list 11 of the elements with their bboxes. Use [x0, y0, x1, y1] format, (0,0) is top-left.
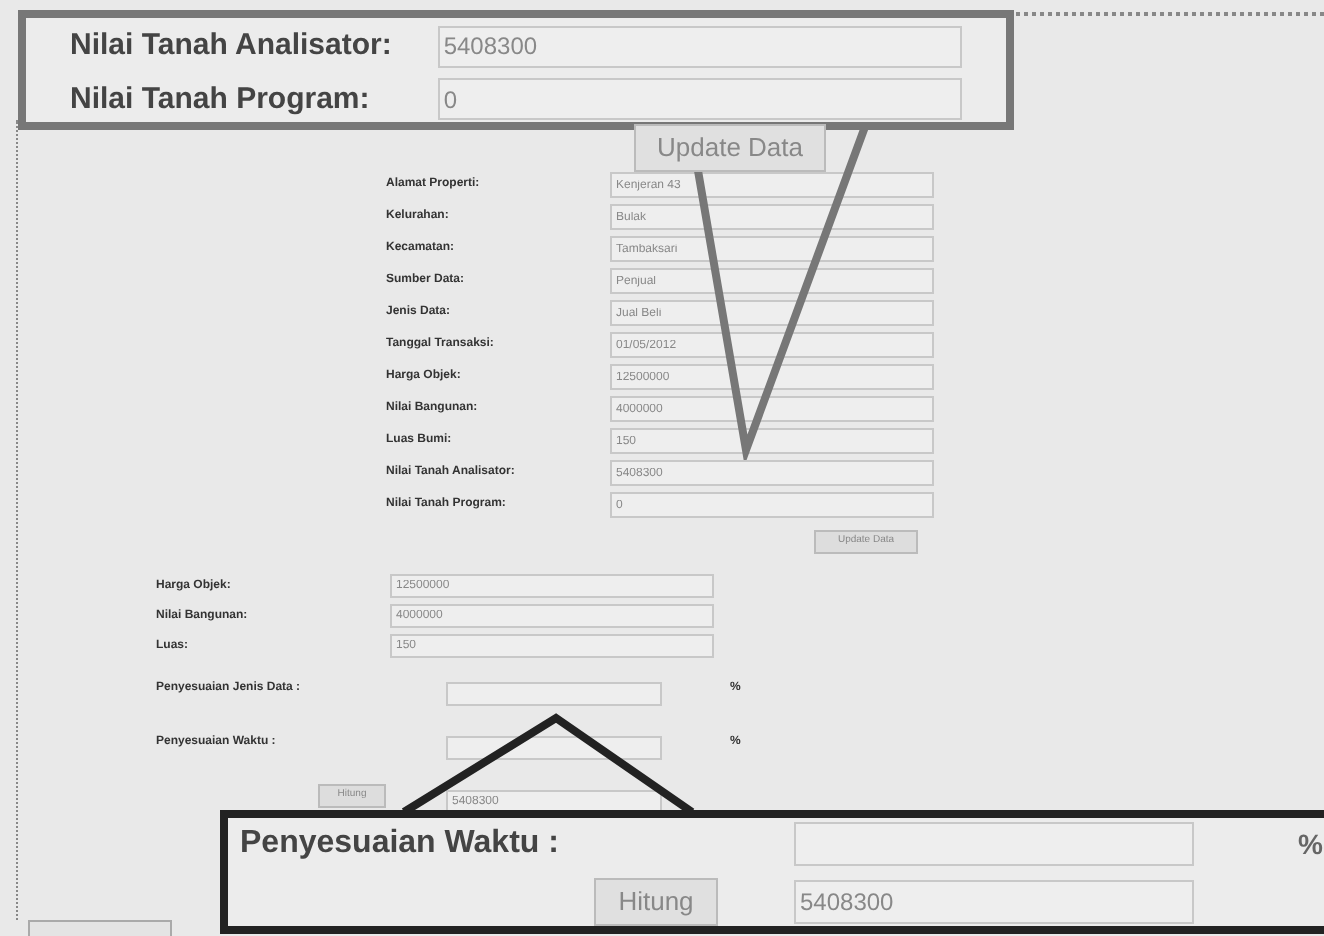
hitung-button[interactable]: Hitung	[594, 877, 718, 926]
field-label: Nilai Tanah Program:	[70, 79, 372, 119]
field-label: Nilai Tanah Analisator:	[70, 26, 394, 66]
field-label: Penyesuaian Waktu :	[240, 824, 561, 865]
percent-sign: %	[1296, 825, 1324, 864]
input-field[interactable]: 5408300	[794, 879, 1194, 924]
input-field[interactable]	[446, 682, 662, 706]
input-field[interactable]: 5408300	[437, 25, 962, 68]
input-field[interactable]: 0	[437, 78, 962, 121]
input-field[interactable]	[794, 822, 1194, 867]
update-data-button[interactable]: Update Data	[634, 124, 826, 172]
